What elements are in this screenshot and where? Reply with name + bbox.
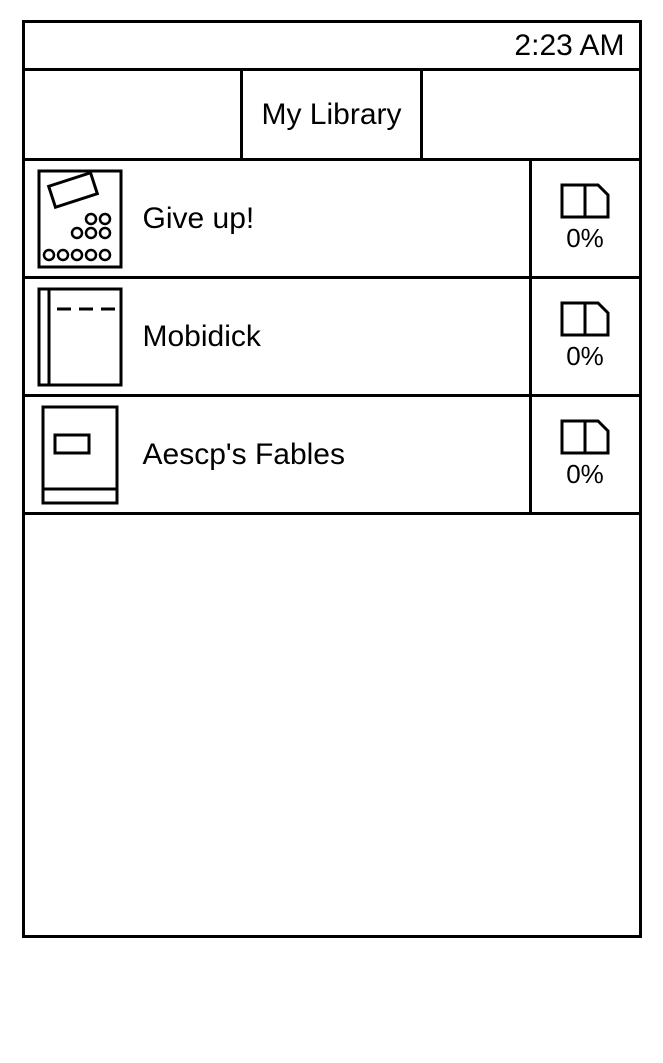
list-item[interactable]: Aescp's Fables 0% [25,397,639,515]
storage-card-icon [560,419,610,455]
empty-area [25,515,639,935]
storage-card-icon [560,301,610,337]
status-bar: 2:23 AM [25,23,639,71]
page-title-text: My Library [261,98,401,132]
book-title: Aescp's Fables [135,397,529,512]
title-bar-left [25,71,241,158]
book-title-text: Mobidick [143,320,261,354]
status-time: 2:23 AM [514,29,624,63]
book-title-text: Aescp's Fables [143,438,346,472]
device-frame: 2:23 AM My Library [22,20,642,938]
book-title-text: Give up! [143,202,255,236]
page-title: My Library [240,71,422,158]
title-bar: My Library [25,71,639,161]
storage-card-icon [560,183,610,219]
book-title: Mobidick [135,279,529,394]
book-cover-icon [25,161,135,276]
progress-text: 0% [566,341,604,372]
progress-cell: 0% [529,161,639,276]
library-list: Give up! 0% [25,161,639,515]
book-cover-icon [25,397,135,512]
progress-cell: 0% [529,279,639,394]
title-bar-right [423,71,639,158]
book-title: Give up! [135,161,529,276]
progress-text: 0% [566,223,604,254]
progress-cell: 0% [529,397,639,512]
list-item[interactable]: Mobidick 0% [25,279,639,397]
progress-text: 0% [566,459,604,490]
list-item[interactable]: Give up! 0% [25,161,639,279]
book-cover-icon [25,279,135,394]
